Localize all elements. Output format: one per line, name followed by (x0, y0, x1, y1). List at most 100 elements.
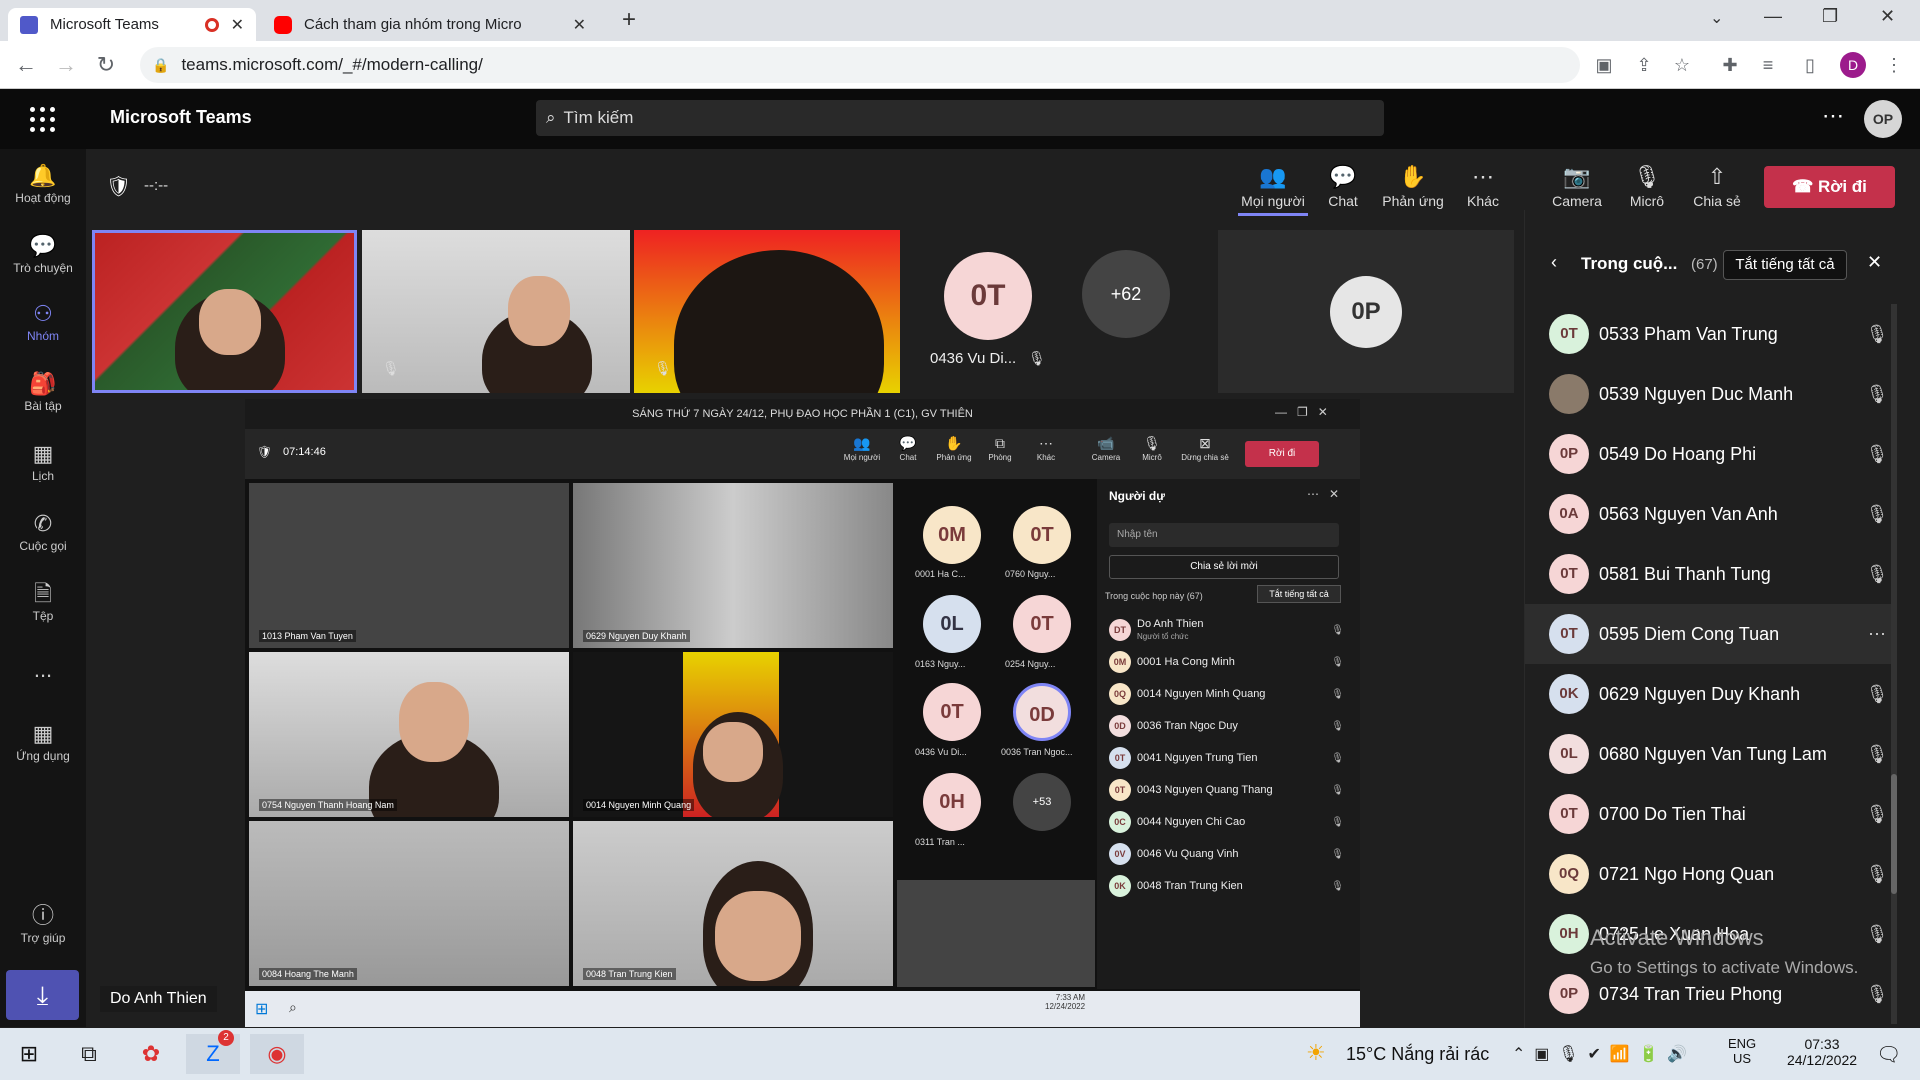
reactions-button[interactable]: ✋ Phản ứng (1378, 161, 1448, 209)
participant-avatar: 0Q (1549, 854, 1589, 894)
reload-icon[interactable]: ↻ (92, 51, 120, 79)
tab-search-icon[interactable]: ⌄ (1710, 8, 1723, 28)
share-button[interactable]: ⇧ Chia sẻ (1682, 161, 1752, 209)
person-role: Người tổ chức (1137, 632, 1189, 641)
media-control-icon[interactable]: ≡ (1756, 53, 1780, 77)
bookmark-star-icon[interactable]: ☆ (1670, 53, 1694, 77)
language-indicator[interactable]: ENG US (1728, 1036, 1756, 1066)
tab-microsoft-teams[interactable]: Microsoft Teams ✕ (8, 8, 256, 41)
rail-item-calls[interactable]: ✆ Cuộc gọi (0, 509, 86, 553)
chrome-icon[interactable]: ◉ (250, 1034, 304, 1074)
video-tile[interactable]: 🎙 (634, 230, 900, 393)
people-panel: ‹ Trong cuộ... (67) Tắt tiếng tất cả ✕ 0… (1524, 210, 1920, 1028)
participant-avatar[interactable]: 0T (944, 252, 1032, 340)
rail-item-more[interactable]: ... (0, 655, 86, 685)
shield-icon[interactable]: 🛡 (106, 174, 131, 199)
scrollbar[interactable] (1891, 304, 1897, 1024)
zalo-icon[interactable]: Z2 (186, 1030, 240, 1074)
mute-all-button[interactable]: Tắt tiếng tất cả (1723, 250, 1847, 280)
close-icon[interactable]: ✕ (1867, 252, 1882, 273)
search-input[interactable]: ⌕ Tìm kiếm (536, 100, 1384, 136)
app-icon[interactable]: ✿ (124, 1034, 178, 1074)
person-name: 0043 Nguyen Quang Thang (1137, 784, 1331, 796)
minimize-icon[interactable]: — (1764, 6, 1782, 27)
extensions-icon[interactable]: ✚ (1718, 53, 1742, 77)
chat-button[interactable]: 💬 Chat (1308, 161, 1378, 209)
person-name: Do Anh Thien Người tổ chức (1137, 618, 1331, 642)
participant-row[interactable]: 0539 Nguyen Duc Manh 🎙 (1525, 364, 1897, 424)
camera-permission-icon[interactable]: ▣ (1592, 53, 1616, 77)
person-name: 0048 Tran Trung Kien (1137, 880, 1331, 892)
shared-avatar-name: 0163 Nguy... (915, 659, 966, 669)
muted-mic-icon: 🎙 (1331, 624, 1344, 636)
download-button[interactable]: ⤓ (6, 970, 79, 1020)
lock-icon: 🔒 (152, 56, 170, 73)
rail-item-teams[interactable]: ⚇ Nhóm (0, 299, 86, 343)
app-launcher-icon[interactable] (30, 107, 56, 133)
settings-more-icon[interactable]: ⋯ (1822, 103, 1844, 129)
notifications-icon[interactable]: 🗨 (1876, 1042, 1901, 1067)
participant-row[interactable]: 0T 0581 Bui Thanh Tung 🎙 (1525, 544, 1897, 604)
task-view-icon[interactable]: ⧉ (62, 1034, 116, 1074)
participant-row[interactable]: 0T 0700 Do Tien Thai 🎙 (1525, 784, 1897, 844)
tab-youtube[interactable]: Cách tham gia nhóm trong Micro ✕ (262, 8, 598, 41)
rail-item-calendar[interactable]: ▦ Lịch (0, 439, 86, 483)
panel-controls: ⋯ ✕ (1307, 487, 1340, 501)
leave-button[interactable]: ☎ Rời đi (1764, 166, 1895, 208)
new-tab-button[interactable]: + (622, 6, 636, 34)
close-tab-icon[interactable]: ✕ (231, 15, 244, 35)
self-view-tile[interactable]: 0P (1218, 230, 1514, 393)
muted-mic-icon: 🎙 (1331, 848, 1344, 860)
windows-start-icon[interactable]: ⊞ (2, 1034, 56, 1074)
restore-icon[interactable]: ❐ (1822, 6, 1838, 27)
browser-tab-strip: Microsoft Teams ✕ Cách tham gia nhóm tro… (0, 0, 1920, 41)
teams-header: Microsoft Teams ⌕ Tìm kiếm ⋯ (0, 89, 1920, 149)
participant-row[interactable]: 0L 0680 Nguyen Van Tung Lam 🎙 (1525, 724, 1897, 784)
shared-taskbar-clock: 7:33 AM 12/24/2022 (1045, 993, 1085, 1011)
rail-item-activity[interactable]: 🔔 Hoạt động (0, 161, 86, 205)
shared-avatar-name: 0760 Nguy... (1005, 569, 1056, 579)
video-tile[interactable]: 🎙 (362, 230, 630, 393)
participant-row[interactable]: 0P 0549 Do Hoang Phi 🎙 (1525, 424, 1897, 484)
rail-item-chat[interactable]: 💬 Trò chuyện (0, 231, 86, 275)
back-icon[interactable]: ← (12, 51, 40, 79)
chat-icon: 💬 (1329, 164, 1357, 189)
participant-row[interactable]: 0K 0629 Nguyen Duy Khanh 🎙 (1525, 664, 1897, 724)
more-button[interactable]: ⋯ Khác (1448, 161, 1518, 209)
rail-label: Ứng dụng (16, 749, 70, 763)
activation-watermark: Activate Windows (1590, 925, 1764, 950)
rail-item-assignments[interactable]: 🎒 Bài tập (0, 369, 86, 413)
people-button[interactable]: 👥 Mọi người (1238, 161, 1308, 216)
overflow-participants[interactable]: +62 (1082, 250, 1170, 338)
close-window-icon[interactable]: ✕ (1880, 6, 1895, 27)
participant-row[interactable]: 0T 0533 Pham Van Trung 🎙 (1525, 304, 1897, 364)
share-page-icon[interactable]: ⇪ (1632, 53, 1656, 77)
rail-item-help[interactable]: ⓘ Trợ giúp (0, 901, 86, 945)
system-tray-icons[interactable]: ⌃ ▣ 🎙 ✔ 📶 🔋 🔊 (1512, 1044, 1687, 1064)
forward-icon[interactable]: → (52, 51, 80, 79)
shared-screen[interactable]: SÁNG THỨ 7 NGÀY 24/12, PHỤ ĐẠO HỌC PHẦN … (245, 399, 1360, 1027)
participant-row[interactable]: 0A 0563 Nguyen Van Anh 🎙 (1525, 484, 1897, 544)
shared-participants-panel: Người dự ⋯ ✕ Nhập tên Chia sẻ lời mời Tr… (1097, 479, 1360, 989)
chrome-menu-icon[interactable]: ⋮ (1882, 53, 1906, 77)
taskbar-clock[interactable]: 07:33 24/12/2022 (1782, 1036, 1862, 1068)
camera-button[interactable]: 📷 Camera (1542, 161, 1612, 209)
download-icon: ⤓ (36, 980, 49, 1010)
person-name-text: 0044 Nguyen Chi Cao (1137, 816, 1246, 828)
participant-row[interactable]: 0Q 0721 Ngo Hong Quan 🎙 (1525, 844, 1897, 904)
btn-label: Phòng (988, 453, 1012, 462)
help-icon: ⓘ (31, 903, 54, 928)
rail-item-apps[interactable]: ▦ Ứng dụng (0, 719, 86, 763)
url-bar[interactable]: 🔒 teams.microsoft.com/_#/modern-calling/ (140, 47, 1580, 83)
close-tab-icon[interactable]: ✕ (573, 15, 586, 35)
rail-item-files[interactable]: 🗎 Tệp (0, 579, 86, 623)
video-tile[interactable] (92, 230, 357, 393)
participant-avatar: 0T (1549, 314, 1589, 354)
back-chevron-icon[interactable]: ‹ (1551, 252, 1557, 273)
profile-avatar[interactable]: D (1840, 52, 1866, 78)
side-panel-icon[interactable]: ▯ (1798, 53, 1822, 77)
panel-person: 0T 0041 Nguyen Trung Tien 🎙 (1109, 743, 1344, 773)
user-avatar[interactable]: OP (1864, 100, 1902, 138)
participant-row[interactable]: 0T 0595 Diem Cong Tuan ⋯ (1525, 604, 1897, 664)
mic-button[interactable]: 🎙 Micrô (1612, 161, 1682, 209)
